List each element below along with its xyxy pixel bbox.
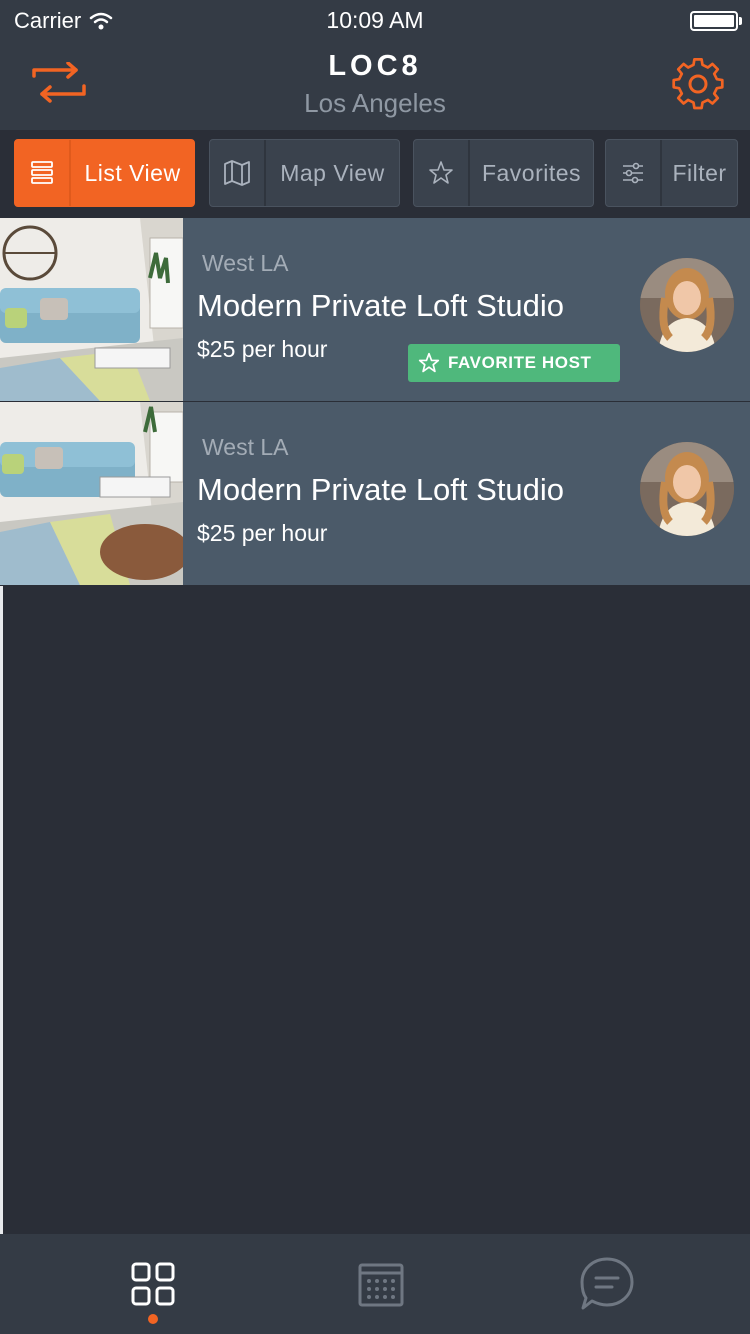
chat-icon bbox=[580, 1257, 634, 1310]
list-view-label: List View bbox=[84, 159, 181, 186]
host-avatar[interactable] bbox=[640, 442, 734, 536]
host-avatar[interactable] bbox=[640, 258, 734, 352]
tab-calendar[interactable] bbox=[256, 1234, 506, 1334]
favorites-button[interactable]: Favorites bbox=[413, 139, 594, 207]
list-icon-wrap bbox=[15, 140, 71, 206]
city-label[interactable]: Los Angeles bbox=[0, 88, 750, 119]
map-view-label: Map View bbox=[280, 159, 385, 186]
filter-button[interactable]: Filter bbox=[605, 139, 738, 207]
tab-messages[interactable] bbox=[482, 1234, 732, 1334]
listing-area: West LA bbox=[202, 250, 289, 276]
app-title: LOC8 bbox=[328, 50, 422, 82]
tab-bar bbox=[0, 1234, 750, 1334]
listing-photo bbox=[0, 402, 183, 585]
star-icon bbox=[429, 161, 453, 184]
listing-card[interactable]: West LA Modern Private Loft Studio $25 p… bbox=[0, 402, 750, 586]
list-icon bbox=[31, 161, 53, 184]
gear-icon[interactable] bbox=[670, 56, 726, 112]
list-view-button[interactable]: List View bbox=[14, 139, 195, 207]
listing-area: West LA bbox=[202, 434, 289, 460]
grid-icon bbox=[131, 1262, 175, 1306]
map-icon-wrap bbox=[210, 140, 266, 206]
listing-card[interactable]: West LA Modern Private Loft Studio $25 p… bbox=[0, 218, 750, 402]
listing-title: Modern Private Loft Studio bbox=[197, 288, 565, 323]
favorite-host-label: FAVORITE HOST bbox=[448, 353, 592, 372]
favorites-label: Favorites bbox=[481, 159, 582, 186]
status-time: 10:09 AM bbox=[326, 7, 424, 33]
sliders-icon-wrap bbox=[606, 140, 662, 206]
star-icon-wrap bbox=[414, 140, 470, 206]
calendar-icon bbox=[358, 1263, 404, 1307]
view-toolbar: List View Map View Favorites Filter bbox=[0, 130, 750, 216]
favorite-host-badge: FAVORITE HOST bbox=[408, 344, 620, 382]
map-view-button[interactable]: Map View bbox=[209, 139, 400, 207]
sliders-icon bbox=[623, 162, 643, 184]
listing-photo bbox=[0, 218, 183, 401]
active-tab-indicator bbox=[148, 1314, 158, 1324]
listing-title: Modern Private Loft Studio bbox=[197, 472, 565, 507]
listing-price: $25 per hour bbox=[197, 336, 328, 362]
map-icon bbox=[224, 160, 250, 186]
star-icon bbox=[418, 352, 440, 373]
filter-label: Filter bbox=[672, 159, 727, 186]
listing-price: $25 per hour bbox=[197, 520, 328, 546]
content-edge bbox=[0, 586, 3, 1234]
status-bar: Carrier 10:09 AM bbox=[0, 0, 750, 40]
tab-listings[interactable] bbox=[28, 1234, 278, 1334]
nav-header: LOC8 Los Angeles bbox=[0, 40, 750, 130]
battery-icon bbox=[690, 11, 742, 31]
